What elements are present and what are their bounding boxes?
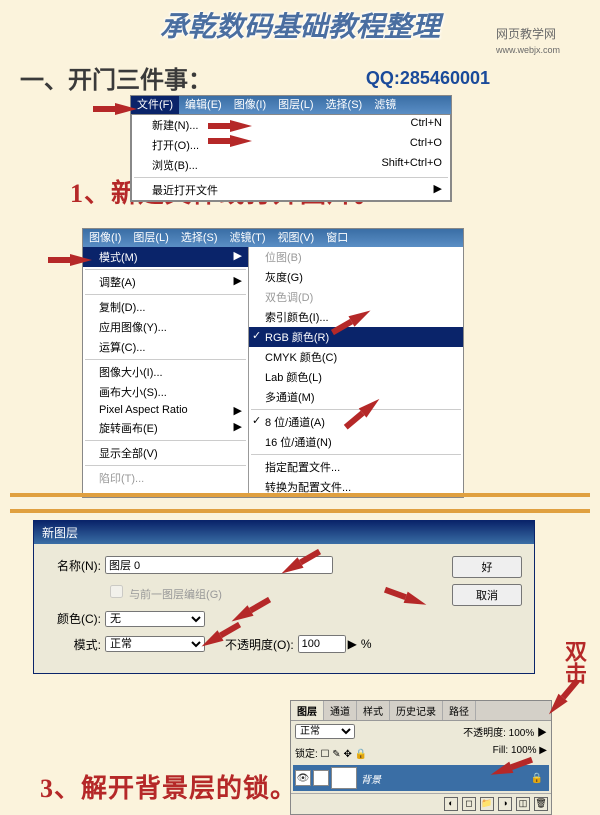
layer-name: 背景 xyxy=(361,771,381,786)
mode-duotone: 双色调(D) xyxy=(249,287,463,307)
red-arrow xyxy=(230,120,252,132)
menu-item-duplicate[interactable]: 复制(D)... xyxy=(83,297,248,317)
cancel-button[interactable]: 取消 xyxy=(452,584,522,606)
section-heading: 一、开门三件事： xyxy=(20,60,212,95)
menu-item-calc[interactable]: 运算(C)... xyxy=(83,337,248,357)
menu-item-image-size[interactable]: 图像大小(I)... xyxy=(83,362,248,382)
menu-item-browse[interactable]: 浏览(B)...Shift+Ctrl+O xyxy=(132,155,450,175)
mode-label: 模式: xyxy=(46,636,101,653)
new-layer-dialog: 新图层 名称(N): 与前一图层编组(G) 颜色(C): 无 模式: 正常 xyxy=(33,520,535,674)
menu-item-mode[interactable]: 模式(M)▶ xyxy=(83,247,248,267)
red-arrow xyxy=(230,135,252,147)
folder-icon[interactable]: 📁 xyxy=(480,797,494,811)
mode-lab[interactable]: Lab 颜色(L) xyxy=(249,367,463,387)
red-arrow xyxy=(70,254,92,266)
image-submenu: 模式(M)▶ 调整(A)▶ 复制(D)... 应用图像(Y)... 运算(C).… xyxy=(83,247,249,497)
menu-select[interactable]: 选择(S) xyxy=(175,229,224,247)
menu-window[interactable]: 窗口 xyxy=(320,229,354,247)
menu-item-par[interactable]: Pixel Aspect Ratio▶ xyxy=(83,402,248,418)
tab-paths[interactable]: 路径 xyxy=(443,701,476,720)
mode-bitmap: 位图(B) xyxy=(249,247,463,267)
percent-label: % xyxy=(361,637,372,651)
visibility-icon[interactable]: 👁 xyxy=(295,770,311,786)
red-arrow xyxy=(115,103,137,115)
menu-image[interactable]: 图像(I) xyxy=(83,229,127,247)
mode-multichannel[interactable]: 多通道(M) xyxy=(249,387,463,407)
menu-item-adjust[interactable]: 调整(A)▶ xyxy=(83,272,248,292)
palette-footer: ◐ ◻ 📁 ◑ ◫ 🗑 xyxy=(291,793,551,814)
file-menu-screenshot: 文件(F) 编辑(E) 图像(I) 图层(L) 选择(S) 滤镜 新建(N)..… xyxy=(130,95,452,202)
mode-16bit[interactable]: 16 位/通道(N) xyxy=(249,432,463,452)
menubar: 文件(F) 编辑(E) 图像(I) 图层(L) 选择(S) 滤镜 xyxy=(131,96,451,114)
new-layer-icon[interactable]: ◫ xyxy=(516,797,530,811)
menu-item-reveal[interactable]: 显示全部(V) xyxy=(83,443,248,463)
menu-filter[interactable]: 滤镜(T) xyxy=(224,229,272,247)
menu-item-recent[interactable]: 最近打开文件▶ xyxy=(132,180,450,200)
name-label: 名称(N): xyxy=(46,557,101,574)
adjustment-icon[interactable]: ◑ xyxy=(498,797,512,811)
menubar-2: 图像(I) 图层(L) 选择(S) 滤镜(T) 视图(V) 窗口 xyxy=(83,229,463,247)
menu-layer[interactable]: 图层(L) xyxy=(272,96,319,114)
tab-layers[interactable]: 图层 xyxy=(291,701,324,720)
menu-file[interactable]: 文件(F) xyxy=(131,96,179,114)
mode-assign-profile[interactable]: 指定配置文件... xyxy=(249,457,463,477)
ok-button[interactable]: 好 xyxy=(452,556,522,578)
menu-view[interactable]: 视图(V) xyxy=(272,229,321,247)
menu-filter[interactable]: 滤镜 xyxy=(368,96,402,114)
mode-cmyk[interactable]: CMYK 颜色(C) xyxy=(249,347,463,367)
layers-palette: 图层 通道 样式 历史记录 路径 正常 不透明度: 100% ▶ 锁定: ☐ ✎… xyxy=(290,700,552,815)
layer-thumbnail[interactable] xyxy=(331,767,357,789)
orange-divider xyxy=(10,493,590,497)
opacity-label: 不透明度(O): xyxy=(225,636,294,653)
site-credit: 网页教学网 www.webjx.com xyxy=(496,25,560,56)
trash-icon[interactable]: 🗑 xyxy=(534,797,548,811)
menu-select[interactable]: 选择(S) xyxy=(320,96,369,114)
link-icon[interactable] xyxy=(313,770,329,786)
dialog-title: 新图层 xyxy=(34,521,534,544)
double-click-label: 双击 xyxy=(558,640,590,684)
menu-item-canvas-size[interactable]: 画布大小(S)... xyxy=(83,382,248,402)
mode-select[interactable]: 正常 xyxy=(105,636,205,652)
menu-item-open[interactable]: 打开(O)...Ctrl+O xyxy=(132,135,450,155)
color-select[interactable]: 无 xyxy=(105,611,205,627)
menu-layer[interactable]: 图层(L) xyxy=(127,229,174,247)
menu-item-rotate[interactable]: 旋转画布(E)▶ xyxy=(83,418,248,438)
image-menu-screenshot: 图像(I) 图层(L) 选择(S) 滤镜(T) 视图(V) 窗口 模式(M)▶ … xyxy=(82,228,464,498)
tab-channels[interactable]: 通道 xyxy=(324,701,357,720)
mask-icon[interactable]: ◻ xyxy=(462,797,476,811)
tab-history[interactable]: 历史记录 xyxy=(390,701,443,720)
menu-item-new[interactable]: 新建(N)...Ctrl+N xyxy=(132,115,450,135)
tab-styles[interactable]: 样式 xyxy=(357,701,390,720)
lock-icon: 🔒 xyxy=(531,773,543,784)
file-dropdown: 新建(N)...Ctrl+N 打开(O)...Ctrl+O 浏览(B)...Sh… xyxy=(131,114,451,201)
step-3-caption: 3、解开背景层的锁。 xyxy=(40,768,297,805)
mode-submenu: 位图(B) 灰度(G) 双色调(D) 索引颜色(I)... RGB 颜色(R) … xyxy=(249,247,463,497)
qq-contact: QQ:285460001 xyxy=(366,68,490,89)
mode-rgb[interactable]: RGB 颜色(R) xyxy=(249,327,463,347)
mode-grayscale[interactable]: 灰度(G) xyxy=(249,267,463,287)
opacity-input[interactable] xyxy=(298,635,346,653)
color-label: 颜色(C): xyxy=(46,610,101,627)
menu-item-apply[interactable]: 应用图像(Y)... xyxy=(83,317,248,337)
palette-tabs: 图层 通道 样式 历史记录 路径 xyxy=(291,701,551,721)
orange-divider xyxy=(10,509,590,513)
blend-mode-select[interactable]: 正常 xyxy=(295,724,355,739)
menu-image[interactable]: 图像(I) xyxy=(228,96,272,114)
menu-edit[interactable]: 编辑(E) xyxy=(179,96,228,114)
fx-icon[interactable]: ◐ xyxy=(444,797,458,811)
menu-item-trap: 陷印(T)... xyxy=(83,468,248,488)
